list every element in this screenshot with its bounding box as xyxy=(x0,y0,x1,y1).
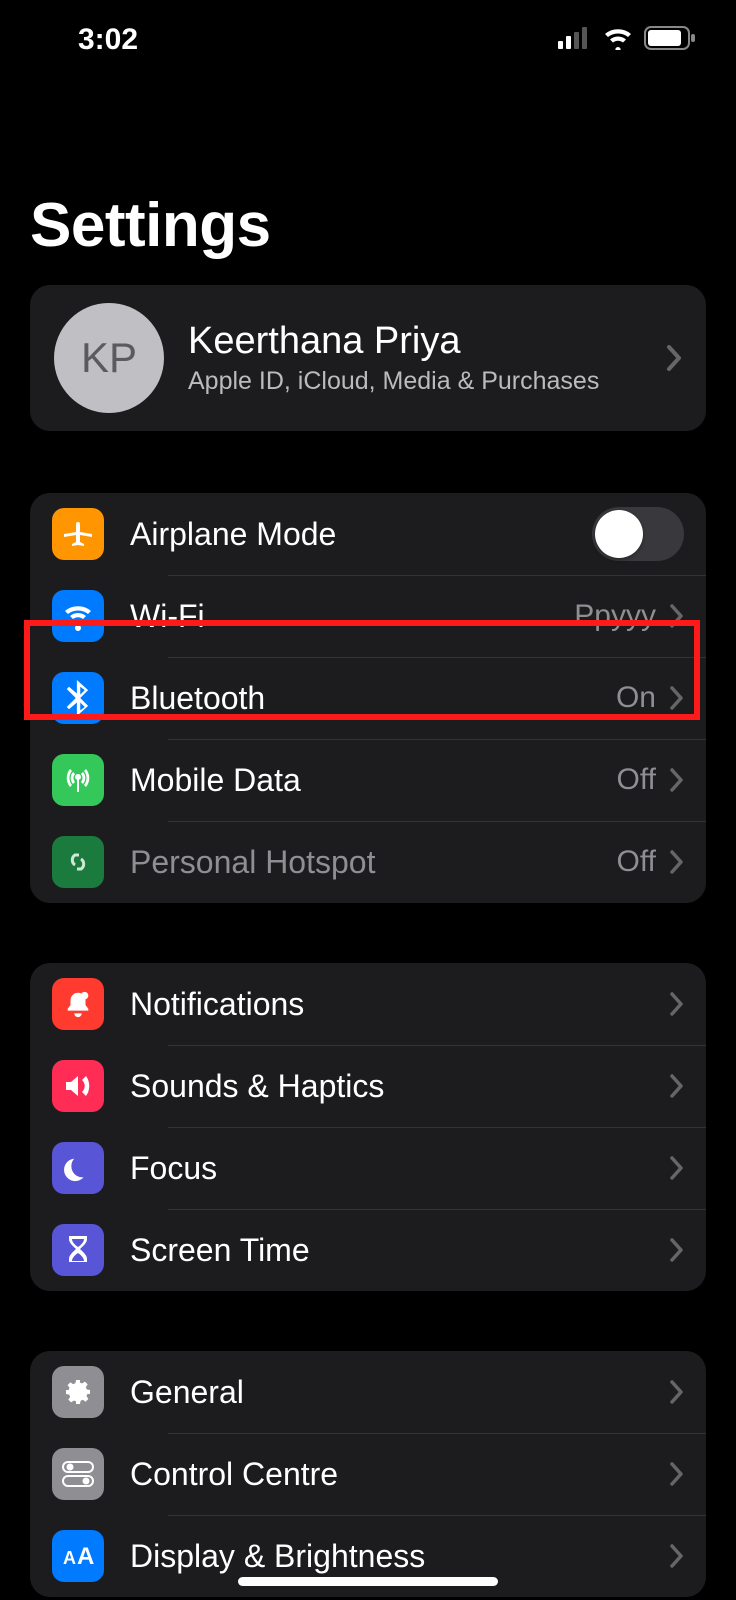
chevron-right-icon xyxy=(670,1462,684,1486)
mobile-data-row[interactable]: Mobile Data Off xyxy=(30,739,706,821)
row-value: On xyxy=(616,681,656,715)
svg-text:A: A xyxy=(77,1543,94,1570)
status-bar: 3:02 xyxy=(0,0,736,60)
bluetooth-icon xyxy=(52,672,104,724)
row-label: Display & Brightness xyxy=(130,1538,670,1575)
svg-text:A: A xyxy=(63,1548,76,1568)
general-row[interactable]: General xyxy=(30,1351,706,1433)
link-icon xyxy=(52,836,104,888)
text-size-icon: AA xyxy=(52,1530,104,1582)
row-label: Sounds & Haptics xyxy=(130,1068,670,1105)
apple-id-row[interactable]: KP Keerthana Priya Apple ID, iCloud, Med… xyxy=(30,285,706,431)
notifications-row[interactable]: Notifications xyxy=(30,963,706,1045)
screen-time-row[interactable]: Screen Time xyxy=(30,1209,706,1291)
wifi-row[interactable]: Wi-Fi Ppyyy xyxy=(30,575,706,657)
chevron-right-icon xyxy=(670,768,684,792)
avatar: KP xyxy=(54,303,164,413)
row-label: Screen Time xyxy=(130,1232,670,1269)
profile-name: Keerthana Priya xyxy=(188,320,642,363)
airplane-icon xyxy=(52,508,104,560)
row-label: General xyxy=(130,1374,670,1411)
moon-icon xyxy=(52,1142,104,1194)
airplane-mode-row[interactable]: Airplane Mode xyxy=(30,493,706,575)
sounds-row[interactable]: Sounds & Haptics xyxy=(30,1045,706,1127)
general-group: General Control Centre AA Display & Brig… xyxy=(30,1351,706,1597)
chevron-right-icon xyxy=(670,1156,684,1180)
row-label: Wi-Fi xyxy=(130,598,574,635)
row-label: Personal Hotspot xyxy=(130,844,617,881)
gear-icon xyxy=(52,1366,104,1418)
row-label: Control Centre xyxy=(130,1456,670,1493)
row-label: Mobile Data xyxy=(130,762,617,799)
focus-row[interactable]: Focus xyxy=(30,1127,706,1209)
cellular-signal-icon xyxy=(558,27,592,54)
profile-group: KP Keerthana Priya Apple ID, iCloud, Med… xyxy=(30,285,706,431)
connectivity-group: Airplane Mode Wi-Fi Ppyyy Bluetooth On M… xyxy=(30,493,706,903)
control-centre-row[interactable]: Control Centre xyxy=(30,1433,706,1515)
bluetooth-row[interactable]: Bluetooth On xyxy=(30,657,706,739)
page-title: Settings xyxy=(0,60,736,285)
notifications-group: Notifications Sounds & Haptics Focus Scr… xyxy=(30,963,706,1291)
status-time: 3:02 xyxy=(78,23,138,57)
row-value: Ppyyy xyxy=(574,599,656,633)
battery-icon xyxy=(644,26,696,55)
speaker-icon xyxy=(52,1060,104,1112)
row-label: Bluetooth xyxy=(130,680,616,717)
chevron-right-icon xyxy=(670,850,684,874)
airplane-mode-toggle[interactable] xyxy=(592,507,684,561)
home-indicator[interactable] xyxy=(238,1577,498,1586)
chevron-right-icon xyxy=(670,1074,684,1098)
chevron-right-icon xyxy=(670,1238,684,1262)
chevron-right-icon xyxy=(670,1544,684,1568)
hourglass-icon xyxy=(52,1224,104,1276)
row-label: Notifications xyxy=(130,986,670,1023)
row-value: Off xyxy=(617,845,656,879)
chevron-right-icon xyxy=(670,1380,684,1404)
chevron-right-icon xyxy=(670,604,684,628)
status-indicators xyxy=(558,26,696,55)
row-label: Focus xyxy=(130,1150,670,1187)
chevron-right-icon xyxy=(666,345,682,371)
switches-icon xyxy=(52,1448,104,1500)
antenna-icon xyxy=(52,754,104,806)
row-label: Airplane Mode xyxy=(130,516,592,553)
bell-icon xyxy=(52,978,104,1030)
chevron-right-icon xyxy=(670,686,684,710)
personal-hotspot-row[interactable]: Personal Hotspot Off xyxy=(30,821,706,903)
wifi-status-icon xyxy=(602,26,634,55)
row-value: Off xyxy=(617,763,656,797)
profile-subtitle: Apple ID, iCloud, Media & Purchases xyxy=(188,367,642,396)
chevron-right-icon xyxy=(670,992,684,1016)
wifi-icon xyxy=(52,590,104,642)
